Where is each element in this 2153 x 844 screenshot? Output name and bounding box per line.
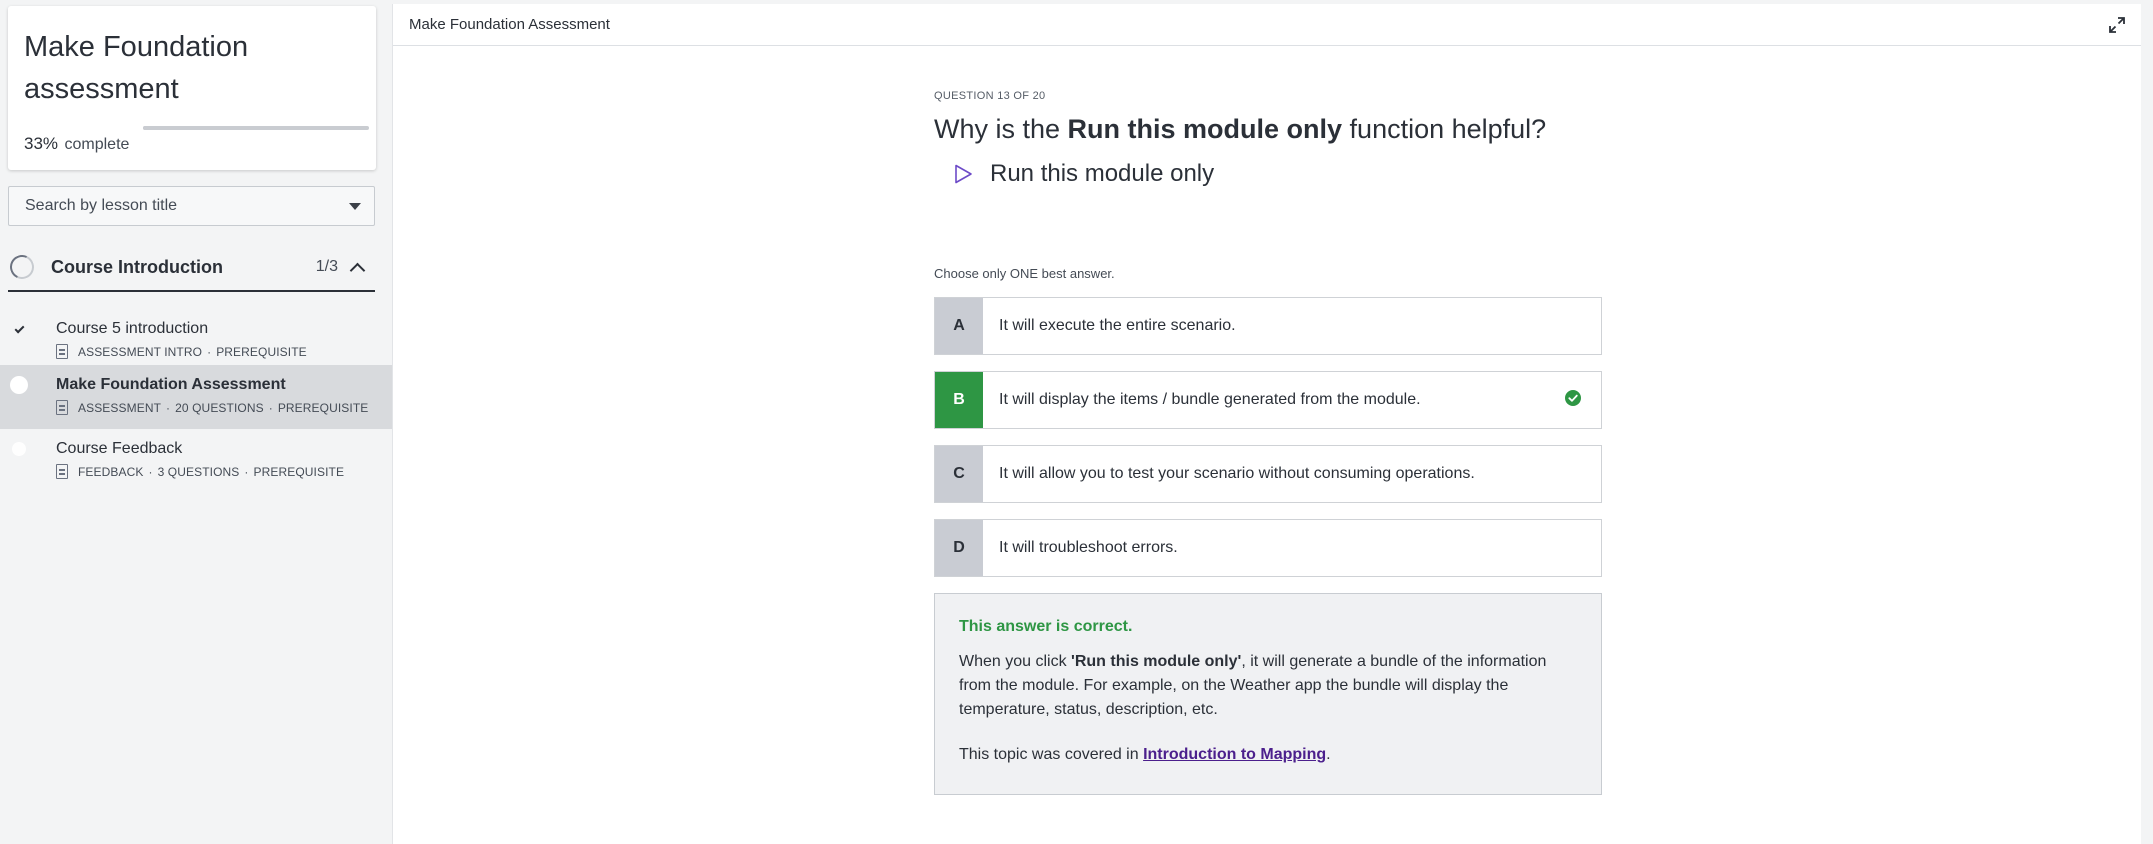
progress-bar bbox=[143, 126, 369, 130]
lesson-meta: ASSESSMENT INTRO · PREREQUISITE bbox=[56, 344, 307, 359]
lesson-title: Course 5 introduction bbox=[56, 320, 209, 337]
lesson-question-count: 3 QUESTIONS bbox=[157, 464, 240, 479]
feedback-explanation: When you click 'Run this module only', i… bbox=[959, 650, 1577, 722]
feedback-text: When you click bbox=[959, 653, 1072, 670]
lesson-search-placeholder: Search by lesson title bbox=[25, 197, 178, 214]
course-sidebar: Make Foundation assessment 33% complete … bbox=[0, 0, 392, 844]
lesson-content-panel: Make Foundation Assessment QUESTION 13 O… bbox=[392, 4, 2141, 844]
question-text-part: function helpful? bbox=[1342, 114, 1547, 144]
section-progress-icon bbox=[6, 251, 38, 283]
illustration-label: Run this module only bbox=[990, 160, 1215, 187]
course-title: Make Foundation assessment bbox=[24, 31, 249, 105]
chevron-up-icon[interactable] bbox=[349, 262, 366, 278]
question-text-part: Why is the bbox=[934, 114, 1068, 144]
answer-letter: D bbox=[935, 520, 983, 576]
feedback-emphasis: 'Run this module only' bbox=[1071, 653, 1242, 670]
document-icon bbox=[56, 344, 68, 359]
caret-down-icon bbox=[349, 202, 361, 210]
question-block: QUESTION 13 OF 20 Why is the Run this mo… bbox=[934, 90, 1602, 795]
lesson-title: Course Feedback bbox=[56, 440, 183, 457]
lesson-prerequisite: PREREQUISITE bbox=[216, 344, 307, 359]
progress-bar-fill bbox=[143, 126, 218, 130]
lesson-prerequisite: PREREQUISITE bbox=[253, 464, 345, 479]
lesson-meta: FEEDBACK · 3 QUESTIONS · PREREQUISITE bbox=[56, 464, 344, 479]
answer-option-d[interactable]: D It will troubleshoot errors. bbox=[934, 519, 1602, 577]
answer-option-b[interactable]: B It will display the items / bundle gen… bbox=[934, 371, 1602, 429]
lesson-question-count: 20 QUESTIONS bbox=[175, 400, 264, 415]
pending-lesson-dot-icon bbox=[12, 442, 26, 456]
lesson-topbar: Make Foundation Assessment bbox=[393, 4, 2141, 46]
lesson-item-course-5-introduction[interactable]: Course 5 introduction ASSESSMENT INTRO ·… bbox=[0, 309, 392, 373]
answer-text: It will troubleshoot errors. bbox=[999, 539, 1178, 556]
current-lesson-dot-icon bbox=[10, 376, 28, 394]
progress-percent: 33% bbox=[24, 134, 59, 153]
lesson-type: ASSESSMENT INTRO bbox=[78, 344, 203, 359]
course-summary-card: Make Foundation assessment 33% complete bbox=[8, 6, 376, 170]
answer-letter: B bbox=[935, 372, 983, 428]
answer-text: It will allow you to test your scenario … bbox=[999, 465, 1475, 482]
document-icon bbox=[56, 400, 68, 415]
course-progress: 33% complete bbox=[24, 126, 369, 158]
lesson-search-select[interactable]: Search by lesson title bbox=[8, 186, 375, 226]
answer-options: A It will execute the entire scenario. B… bbox=[934, 297, 1602, 577]
section-count: 1/3 bbox=[315, 258, 338, 275]
lesson-type: ASSESSMENT bbox=[78, 400, 162, 415]
answer-text-label: It will display the items / bundle gener… bbox=[999, 391, 1421, 408]
feedback-topic-text: This topic was covered in bbox=[959, 746, 1144, 763]
feedback-topic-reference: This topic was covered in Introduction t… bbox=[959, 746, 1577, 764]
answer-instruction: Choose only ONE best answer. bbox=[934, 266, 1115, 281]
lesson-item-course-feedback[interactable]: Course Feedback FEEDBACK · 3 QUESTIONS ·… bbox=[0, 429, 392, 493]
section-title: Course Introduction bbox=[51, 256, 223, 277]
answer-text: It will execute the entire scenario. bbox=[999, 317, 1236, 334]
document-icon bbox=[56, 464, 68, 479]
lesson-prerequisite: PREREQUISITE bbox=[277, 400, 369, 415]
lesson-header-title: Make Foundation Assessment bbox=[409, 16, 610, 33]
completed-check-icon bbox=[11, 321, 27, 337]
progress-label: complete bbox=[64, 136, 130, 153]
question-number: QUESTION 13 OF 20 bbox=[934, 90, 1046, 102]
lesson-type: FEEDBACK bbox=[78, 464, 144, 479]
question-illustration: Run this module only bbox=[952, 160, 1602, 188]
topic-link[interactable]: Introduction to Mapping bbox=[1143, 746, 1326, 763]
question-text-emphasis: Run this module only bbox=[1067, 114, 1343, 144]
section-header-course-introduction[interactable]: Course Introduction 1/3 bbox=[6, 244, 375, 292]
lesson-item-make-foundation-assessment[interactable]: Make Foundation Assessment ASSESSMENT · … bbox=[0, 365, 392, 429]
check-circle-icon bbox=[1565, 389, 1581, 411]
play-icon bbox=[952, 163, 974, 185]
lesson-title: Make Foundation Assessment bbox=[56, 376, 286, 393]
expand-icon[interactable] bbox=[2109, 16, 2125, 33]
answer-letter: C bbox=[935, 446, 983, 502]
answer-option-a[interactable]: A It will execute the entire scenario. bbox=[934, 297, 1602, 355]
answer-letter: A bbox=[935, 298, 983, 354]
answer-text: It will display the items / bundle gener… bbox=[983, 372, 1601, 428]
answer-feedback: This answer is correct. When you click '… bbox=[934, 593, 1602, 795]
question-text: Why is the Run this module only function… bbox=[934, 112, 1602, 146]
answer-option-c[interactable]: C It will allow you to test your scenari… bbox=[934, 445, 1602, 503]
lesson-meta: ASSESSMENT · 20 QUESTIONS · PREREQUISITE bbox=[56, 400, 368, 415]
feedback-heading: This answer is correct. bbox=[959, 618, 1133, 635]
feedback-topic-text: . bbox=[1326, 746, 1331, 763]
